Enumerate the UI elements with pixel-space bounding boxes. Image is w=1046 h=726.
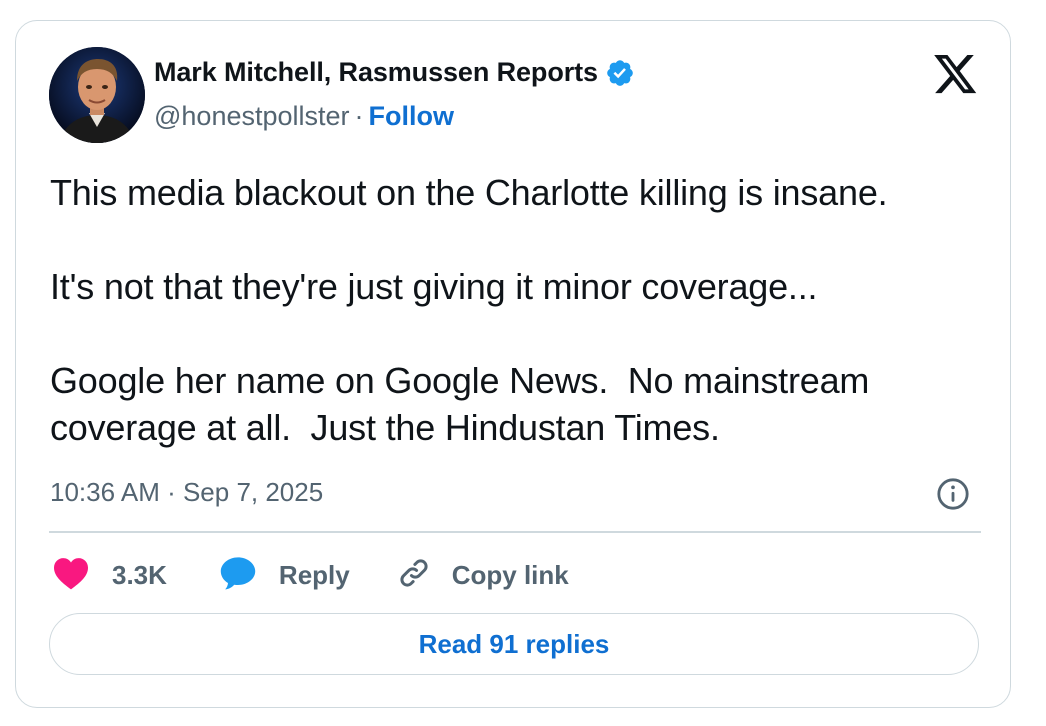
speech-bubble-icon: [219, 555, 257, 596]
info-icon[interactable]: [936, 477, 970, 511]
like-count: 3.3K: [112, 559, 167, 590]
reply-label: Reply: [278, 559, 350, 590]
reply-button[interactable]: Reply: [219, 555, 350, 596]
link-icon: [396, 555, 432, 596]
author-display-name[interactable]: Mark Mitchell, Rasmussen Reports: [154, 57, 598, 88]
copy-link-button[interactable]: Copy link: [396, 555, 569, 596]
read-replies-button[interactable]: Read 91 replies: [49, 613, 979, 675]
x-logo-icon[interactable]: [934, 55, 978, 95]
tweet-actions: 3.3K Reply Copy link: [52, 553, 569, 597]
like-button[interactable]: 3.3K: [52, 556, 167, 595]
author-handle[interactable]: @honestpollster: [154, 101, 350, 131]
avatar[interactable]: [49, 47, 145, 143]
tweet-timestamp[interactable]: 10:36 AM · Sep 7, 2025: [50, 477, 323, 508]
follow-button[interactable]: Follow: [369, 101, 454, 131]
avatar-image: [49, 47, 145, 143]
verified-badge-icon: [605, 58, 635, 88]
author-handle-row: @honestpollster · Follow: [154, 101, 454, 132]
copy-link-label: Copy link: [451, 559, 569, 590]
heart-icon: [52, 556, 90, 595]
tweet-card: Mark Mitchell, Rasmussen Reports @honest…: [15, 20, 1011, 708]
tweet-text: This media blackout on the Charlotte kil…: [50, 172, 888, 448]
handle-separator: ·: [354, 101, 364, 131]
divider: [49, 531, 981, 533]
author-name-row: Mark Mitchell, Rasmussen Reports: [154, 57, 635, 88]
